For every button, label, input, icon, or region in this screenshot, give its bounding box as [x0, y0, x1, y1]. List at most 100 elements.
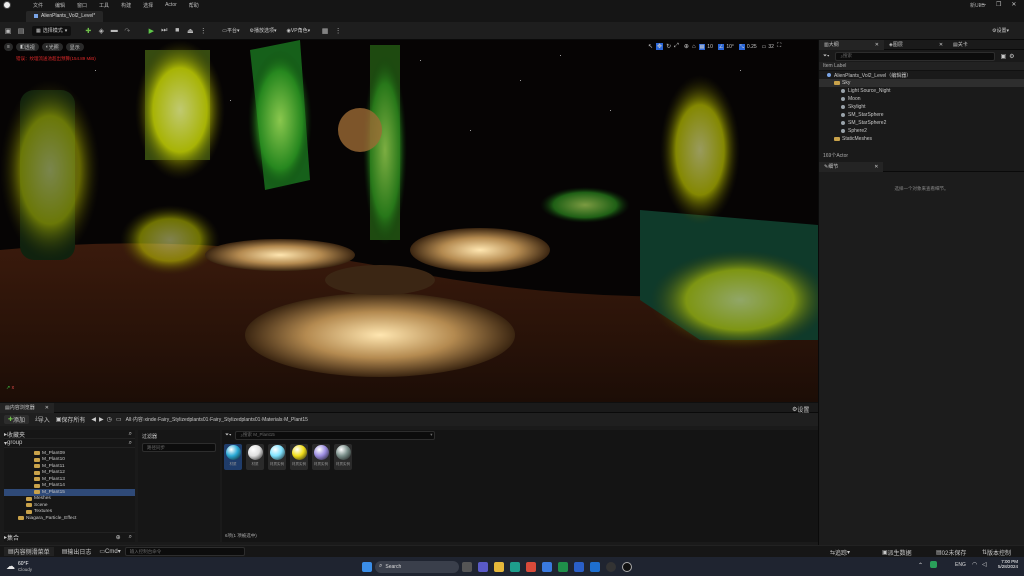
- platform-button[interactable]: ▭ 平台 ▾: [222, 27, 239, 35]
- breadcrumb-item[interactable]: M_Plant15: [284, 417, 308, 423]
- filter-icon[interactable]: ⏷▾: [225, 432, 231, 438]
- asset-tile[interactable]: 材质实例: [290, 444, 308, 470]
- play-options-button[interactable]: ⚙ 播放选项 ▾: [250, 27, 277, 35]
- wifi-icon[interactable]: ◠: [972, 561, 977, 568]
- unsaved-button[interactable]: ▤ 02未保存: [936, 548, 966, 557]
- collections-header[interactable]: ▸ 集合 ⊕ ⌕: [4, 532, 135, 542]
- weather-widget[interactable]: ☁ 60°F Cloudy: [6, 561, 32, 572]
- history-icon[interactable]: ◷: [107, 416, 112, 423]
- close-icon[interactable]: ✕: [875, 42, 879, 48]
- tray-app-icon[interactable]: [930, 561, 937, 568]
- rotate-icon[interactable]: ↻: [666, 43, 671, 50]
- search-icon[interactable]: ⌕: [129, 534, 132, 541]
- obs-icon[interactable]: [606, 561, 617, 572]
- clock[interactable]: 7:00 PM 5/28/2024: [992, 559, 1018, 569]
- camera-speed-icon[interactable]: ▭: [762, 44, 767, 50]
- breadcrumb-item[interactable]: Materials: [262, 417, 282, 423]
- asset-tile[interactable]: 材质实例: [334, 444, 352, 470]
- outliner-row[interactable]: Moon: [819, 95, 1024, 103]
- outlook-icon[interactable]: [590, 561, 601, 572]
- import-button[interactable]: ⤓ 导入: [35, 415, 50, 424]
- close-icon[interactable]: ✕: [874, 164, 878, 170]
- volume-icon[interactable]: ◁: [982, 561, 987, 568]
- console-input[interactable]: 输入控制台命令: [124, 547, 245, 556]
- menu-item[interactable]: 窗口: [77, 2, 87, 9]
- breadcrumb-item[interactable]: Fairy_Stylizedplants01: [158, 417, 208, 423]
- output-log-button[interactable]: ▤ 输出日志: [62, 547, 92, 556]
- menu-item[interactable]: 编辑: [55, 2, 65, 9]
- close-icon[interactable]: ✕: [939, 42, 943, 48]
- outliner-search-input[interactable]: ⌕ 搜索: [835, 51, 996, 61]
- grid-snap-icon[interactable]: ▦: [698, 43, 706, 50]
- add-folder-icon[interactable]: ▣: [1000, 53, 1006, 60]
- content-settings-button[interactable]: ⚙ 设置: [792, 405, 809, 414]
- filter-icon[interactable]: ⏷▾: [823, 53, 829, 59]
- unreal-logo-icon[interactable]: [3, 1, 11, 9]
- chrome-icon[interactable]: [526, 561, 537, 572]
- scale-snap-icon[interactable]: ⤡: [738, 43, 745, 50]
- surface-snap-icon[interactable]: ⌂: [692, 44, 696, 50]
- scale-icon[interactable]: ⤢: [674, 43, 679, 50]
- cinematics-icon[interactable]: ▬: [109, 26, 119, 36]
- menu-item[interactable]: 构建: [121, 2, 131, 9]
- add-button[interactable]: ✚ 添加: [4, 415, 30, 424]
- maximize-icon[interactable]: ❐: [996, 1, 1001, 8]
- trace-button[interactable]: ⇆ 追踪 ▾: [830, 548, 850, 557]
- cmd-select[interactable]: ▭ Cmd ▾: [99, 548, 120, 556]
- blueprint-icon[interactable]: ◈: [96, 26, 106, 36]
- history-forward-icon[interactable]: ▶: [99, 416, 104, 423]
- content-drawer-button[interactable]: ▤ 内容侧滑菜单: [4, 547, 54, 556]
- menu-item[interactable]: 文件: [33, 2, 43, 9]
- more-icon[interactable]: ⋮: [198, 26, 208, 36]
- tab-details[interactable]: ✎ 细节 ✕: [819, 161, 884, 172]
- overflow-icon[interactable]: ⋮: [333, 26, 343, 36]
- history-back-icon[interactable]: ◀: [91, 416, 96, 423]
- select-icon[interactable]: ↖: [648, 43, 653, 50]
- content-icon[interactable]: ▤: [16, 26, 26, 36]
- angle-value[interactable]: 10°: [726, 44, 734, 50]
- maximize-viewport-icon[interactable]: ⛶: [777, 43, 781, 50]
- show-button[interactable]: 显示: [65, 43, 84, 51]
- file-explorer-icon[interactable]: [494, 561, 505, 572]
- menu-item[interactable]: 帮助: [189, 2, 199, 9]
- lit-button[interactable]: ◐ 光照: [41, 43, 63, 51]
- word-icon[interactable]: [574, 561, 585, 572]
- tab-levels[interactable]: ▤ 关卡: [948, 41, 973, 49]
- search-icon[interactable]: ⌕: [129, 440, 132, 447]
- settings-button[interactable]: ⚙ 设置 ▾: [992, 27, 1009, 35]
- translate-icon[interactable]: ✥: [656, 43, 664, 50]
- vp-roles-button[interactable]: ◉ VP角色 ▾: [287, 27, 311, 35]
- camera-speed-value[interactable]: 32: [768, 44, 774, 50]
- mode-select[interactable]: ▦ 选择模式 ▾: [32, 25, 72, 36]
- asset-tile[interactable]: 材质实例: [268, 444, 286, 470]
- perspective-button[interactable]: ◧ 透视: [16, 43, 39, 51]
- taskbar-search[interactable]: ⌕ Search: [375, 560, 460, 573]
- excel-icon[interactable]: [558, 561, 569, 572]
- grid-value[interactable]: 10: [707, 44, 713, 50]
- stop-icon[interactable]: ■: [172, 26, 182, 36]
- level-tab[interactable]: AlienPlants_Vol2_Level *: [26, 10, 104, 22]
- close-icon[interactable]: ✕: [1011, 1, 1016, 8]
- outliner-row[interactable]: Sky: [819, 79, 1024, 87]
- tab-outliner[interactable]: ▥ 大纲 ✕: [819, 39, 884, 50]
- store-icon[interactable]: [542, 561, 553, 572]
- edge-icon[interactable]: [510, 561, 521, 572]
- add-actor-icon[interactable]: ✚: [83, 26, 93, 36]
- asset-search-input[interactable]: ⌕ 搜索 M_Plant15 ▾: [235, 430, 436, 440]
- group-header[interactable]: ▾ group ⌕: [4, 439, 135, 448]
- angle-snap-icon[interactable]: ∠: [717, 43, 725, 50]
- gear-icon[interactable]: ⚙: [1009, 53, 1014, 60]
- outliner-row[interactable]: StaticMeshes: [819, 135, 1024, 143]
- folder-row[interactable]: Niagara_Particle_Effect: [4, 515, 135, 522]
- outliner-row[interactable]: SM_StarSphere: [819, 111, 1024, 119]
- tab-content-browser[interactable]: ▤ 内容浏览器 ✕: [0, 402, 54, 413]
- world-icon[interactable]: ⊕: [684, 43, 689, 50]
- skip-icon[interactable]: ↷: [122, 26, 132, 36]
- tab-layers[interactable]: ◈ 图层 ✕: [884, 41, 948, 49]
- outliner-row[interactable]: Light Source_Night: [819, 87, 1024, 95]
- outliner-row[interactable]: Sphere2: [819, 127, 1024, 135]
- language-indicator[interactable]: ENG: [955, 562, 966, 568]
- breadcrumb-item[interactable]: xinde: [145, 417, 157, 423]
- asset-tile[interactable]: 材质: [224, 444, 242, 470]
- save-all-button[interactable]: ▣ 保存所有: [56, 415, 86, 424]
